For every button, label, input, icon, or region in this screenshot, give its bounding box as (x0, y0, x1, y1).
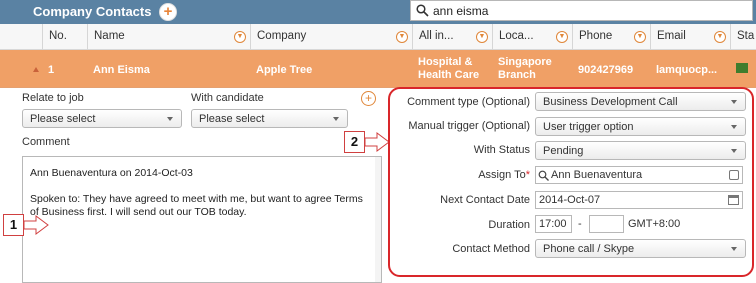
filter-icon[interactable]: ▼ (634, 31, 646, 43)
relate-to-job-select[interactable]: Please select (22, 109, 182, 128)
comment-scrollbar[interactable] (375, 157, 381, 282)
assign-to-label: Assign To* (478, 169, 530, 181)
chevron-down-icon (333, 117, 339, 121)
manual-trigger-label: Manual trigger (Optional) (408, 120, 530, 132)
search-icon (538, 170, 549, 181)
required-marker: * (525, 169, 530, 181)
add-relation-button[interactable]: + (361, 91, 376, 106)
row-location: Singapore Branch (498, 56, 552, 81)
column-header-company[interactable]: Company ▼ (250, 24, 412, 50)
table-row[interactable]: 1 Ann Eisma Apple Tree Hospital & Health… (0, 50, 756, 88)
row-name[interactable]: Ann Eisma (93, 64, 150, 76)
duration-separator: - (578, 218, 582, 230)
relate-to-job-label: Relate to job (22, 92, 84, 104)
assign-to-input[interactable]: Ann Buenaventura (535, 166, 743, 184)
filter-icon[interactable]: ▼ (234, 31, 246, 43)
duration-start-input[interactable]: 17:00 (535, 215, 572, 233)
column-header-location[interactable]: Loca... ▼ (492, 24, 572, 50)
with-candidate-select[interactable]: Please select (191, 109, 348, 128)
with-candidate-label: With candidate (191, 92, 264, 104)
row-email[interactable]: lamquocp... (656, 64, 717, 76)
column-header-all-in[interactable]: All in... ▼ (412, 24, 492, 50)
row-company[interactable]: Apple Tree (256, 64, 312, 76)
chevron-down-icon (167, 117, 173, 121)
contact-method-select[interactable]: Phone call / Skype (535, 239, 746, 258)
timezone-label: GMT+8:00 (628, 218, 681, 230)
contact-method-label: Contact Method (452, 243, 530, 255)
column-header-no[interactable]: No. (42, 24, 87, 50)
column-header-status[interactable]: Sta (730, 24, 756, 50)
search-input[interactable]: ann eisma (410, 0, 753, 21)
comment-type-select[interactable]: Business Development Call (535, 92, 746, 111)
with-status-select[interactable]: Pending (535, 141, 746, 160)
row-expand-icon[interactable] (33, 67, 39, 72)
comment-textarea[interactable]: Ann Buenaventura on 2014-Oct-03 Spoken t… (22, 156, 382, 283)
next-contact-date-label: Next Contact Date (440, 194, 530, 206)
page-title: Company Contacts (33, 4, 152, 19)
row-all-in: Hospital & Health Care (418, 56, 480, 81)
comment-author-line: Ann Buenaventura on 2014-Oct-03 (30, 167, 193, 179)
search-icon (416, 4, 429, 17)
column-header-phone[interactable]: Phone ▼ (572, 24, 650, 50)
manual-trigger-select[interactable]: User trigger option (535, 117, 746, 136)
row-phone: 902427969 (578, 64, 634, 76)
status-flag-icon (736, 63, 748, 73)
next-contact-date-input[interactable]: 2014-Oct-07 (535, 191, 743, 209)
row-no: 1 (48, 64, 55, 76)
header-bar: Company Contacts + ann eisma (0, 0, 756, 24)
column-header-name[interactable]: Name ▼ (87, 24, 250, 50)
calendar-icon[interactable] (728, 195, 739, 205)
comment-type-label: Comment type (Optional) (407, 96, 530, 108)
chevron-down-icon (731, 100, 737, 104)
chevron-down-icon (731, 125, 737, 129)
chevron-down-icon (731, 149, 737, 153)
with-status-label: With Status (473, 144, 530, 156)
chevron-down-icon (731, 247, 737, 251)
callout-1-badge: 1 (3, 214, 24, 236)
callout-1-arrow-icon (24, 215, 49, 235)
duration-label: Duration (488, 219, 530, 231)
comment-label: Comment (22, 136, 70, 148)
duration-end-input[interactable] (589, 215, 624, 233)
filter-icon[interactable]: ▼ (714, 31, 726, 43)
column-header-email[interactable]: Email ▼ (650, 24, 730, 50)
callout-2-badge: 2 (344, 131, 365, 153)
filter-icon[interactable]: ▼ (476, 31, 488, 43)
comment-body: Spoken to: They have agreed to meet with… (30, 193, 363, 218)
filter-icon[interactable]: ▼ (396, 31, 408, 43)
add-contact-button[interactable]: + (159, 3, 177, 21)
table-header: No. Name ▼ Company ▼ All in... ▼ Loca...… (0, 24, 756, 50)
contact-card-icon[interactable] (729, 170, 739, 180)
filter-icon[interactable]: ▼ (556, 31, 568, 43)
search-value: ann eisma (433, 4, 489, 18)
